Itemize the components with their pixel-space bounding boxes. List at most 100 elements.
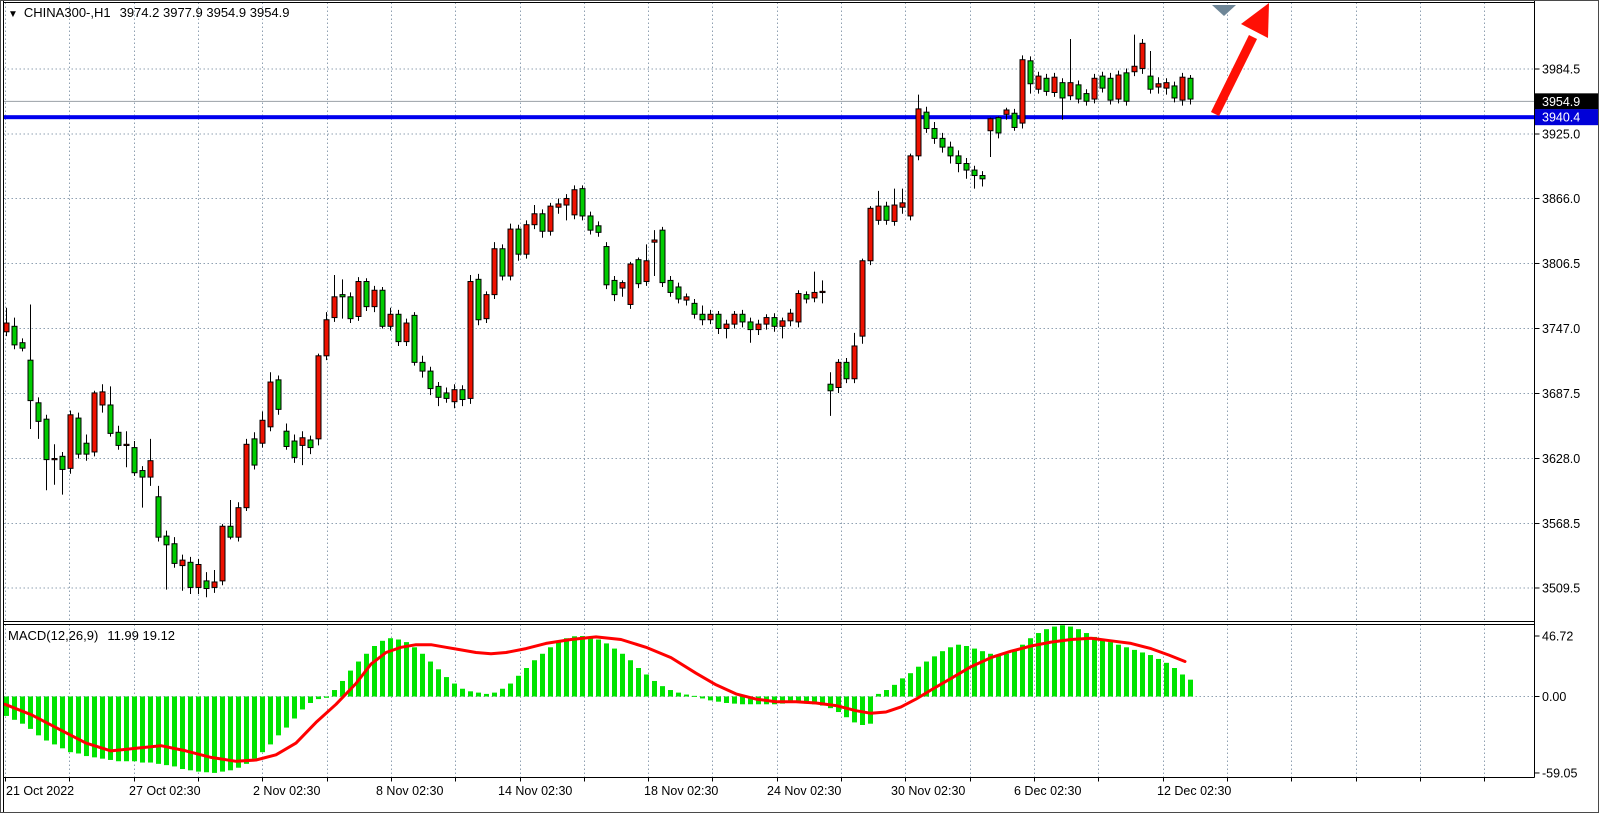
- macd-bar: [76, 697, 81, 754]
- macd-bar: [84, 697, 89, 757]
- candle: [180, 560, 185, 565]
- candle: [660, 230, 665, 282]
- macd-bar: [740, 697, 745, 705]
- macd-bar: [1156, 659, 1161, 697]
- macd-bar: [636, 668, 641, 696]
- object-anchor-triangle-icon[interactable]: [1212, 5, 1236, 16]
- macd-bar: [1060, 625, 1065, 696]
- macd-bar: [372, 646, 377, 697]
- candle: [684, 297, 689, 300]
- red-arrow-object[interactable]: [1215, 3, 1269, 114]
- candle: [340, 295, 345, 297]
- candle: [620, 283, 625, 288]
- macd-bar: [468, 691, 473, 696]
- candle: [252, 439, 257, 465]
- macd-bar: [444, 677, 449, 696]
- candle: [980, 176, 985, 179]
- candle: [748, 322, 753, 330]
- candle: [444, 393, 449, 398]
- macd-bar: [124, 697, 129, 762]
- candle: [156, 497, 161, 537]
- macd-bar: [956, 645, 961, 697]
- macd-bar: [500, 689, 505, 697]
- candle: [780, 321, 785, 326]
- macd-bar: [940, 651, 945, 696]
- chart-canvas[interactable]: 3984.53925.03866.03806.53747.03687.53628…: [1, 1, 1599, 813]
- date-tick-label: 21 Oct 2022: [6, 784, 74, 798]
- macd-bar: [564, 638, 569, 696]
- macd-bar: [92, 697, 97, 758]
- symbol-menu-icon[interactable]: ▼: [8, 9, 18, 20]
- candle: [852, 346, 857, 379]
- candle: [1188, 78, 1193, 99]
- macd-bar: [188, 697, 193, 771]
- candle: [796, 294, 801, 322]
- candle: [172, 544, 177, 564]
- candle: [1084, 94, 1089, 102]
- macd-bar: [1116, 645, 1121, 697]
- candle: [948, 147, 953, 156]
- candle: [500, 249, 505, 276]
- macd-bar: [132, 697, 137, 762]
- macd-bar: [1172, 668, 1177, 696]
- macd-bar: [1012, 650, 1017, 697]
- candle: [1044, 78, 1049, 91]
- candle: [932, 129, 937, 139]
- candle: [44, 419, 49, 459]
- candle: [988, 119, 993, 131]
- price-tick-label: 3628.0: [1542, 452, 1580, 466]
- candle: [236, 508, 241, 538]
- date-tick-label: 6 Dec 02:30: [1014, 784, 1081, 798]
- candle: [868, 208, 873, 260]
- macd-bar: [308, 697, 313, 703]
- candle: [508, 229, 513, 276]
- macd-bar: [732, 697, 737, 704]
- candle: [892, 205, 897, 221]
- horizontal-line-object[interactable]: [4, 115, 1535, 119]
- time-axis: 21 Oct 202227 Oct 02:302 Nov 02:308 Nov …: [6, 778, 1485, 799]
- candle: [164, 536, 169, 545]
- candle: [1092, 78, 1097, 99]
- macd-bar: [1092, 637, 1097, 697]
- candle: [556, 204, 561, 207]
- macd-bar: [252, 697, 257, 759]
- macd-bar: [1044, 629, 1049, 696]
- candle: [28, 360, 33, 400]
- macd-bar: [724, 697, 729, 703]
- macd-bar: [284, 697, 289, 728]
- price-tick-label: 3925.0: [1542, 128, 1580, 142]
- candle: [900, 203, 905, 207]
- candle: [284, 431, 289, 446]
- macd-bar: [508, 684, 513, 697]
- candle: [772, 318, 777, 327]
- candle: [364, 282, 369, 307]
- price-tick-label: 3747.0: [1542, 322, 1580, 336]
- macd-bar: [156, 697, 161, 764]
- macd-bar: [884, 690, 889, 696]
- panel-borders: [4, 1, 1535, 813]
- macd-bar: [292, 697, 297, 719]
- candle: [436, 386, 441, 397]
- candle: [844, 362, 849, 378]
- candle: [12, 326, 17, 345]
- candle: [116, 432, 121, 445]
- candle: [652, 240, 657, 242]
- candle: [308, 440, 313, 448]
- macd-bar: [948, 647, 953, 696]
- price-tick-label: 3568.5: [1542, 517, 1580, 531]
- line-price-badge-text: 3940.4: [1542, 111, 1580, 125]
- candle: [60, 456, 65, 469]
- candle: [908, 156, 913, 216]
- macd-bar: [324, 697, 329, 698]
- macd-bar: [524, 668, 529, 696]
- candle: [828, 384, 833, 391]
- macd-bar: [1068, 627, 1073, 697]
- macd-bar: [916, 667, 921, 697]
- candle: [996, 118, 1001, 133]
- candle: [380, 290, 385, 326]
- candle: [244, 444, 249, 507]
- candle: [836, 362, 841, 387]
- macd-bar: [140, 697, 145, 763]
- macd-bar: [628, 660, 633, 696]
- macd-bar: [908, 673, 913, 696]
